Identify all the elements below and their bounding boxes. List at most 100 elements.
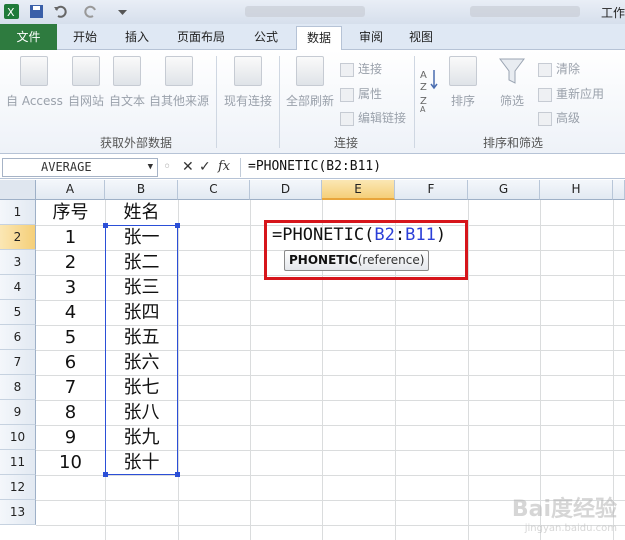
name-box-value: AVERAGE bbox=[41, 160, 92, 174]
window-title: 工作 bbox=[600, 6, 625, 20]
group-sort-filter: 排序和筛选 bbox=[483, 136, 544, 150]
row-header-3[interactable]: 3 bbox=[0, 250, 36, 275]
cell-a10[interactable]: 9 bbox=[36, 425, 105, 450]
column-header-f[interactable]: F bbox=[395, 180, 468, 200]
range-handle[interactable] bbox=[175, 223, 180, 228]
grid-line bbox=[250, 200, 251, 540]
select-all-corner[interactable] bbox=[0, 180, 36, 200]
grid-line bbox=[468, 200, 469, 540]
row-header-7[interactable]: 7 bbox=[0, 350, 36, 375]
filter-button[interactable]: 筛选 bbox=[494, 56, 530, 109]
row-header-8[interactable]: 8 bbox=[0, 375, 36, 400]
range-handle[interactable] bbox=[103, 472, 108, 477]
group-separator bbox=[414, 56, 415, 148]
cell-a8[interactable]: 7 bbox=[36, 375, 105, 400]
refresh-all-button[interactable]: 全部刷新 bbox=[284, 56, 336, 109]
ribbon-tabs: 文件 开始 插入 页面布局 公式 数据 审阅 视图 bbox=[0, 24, 625, 51]
row-header-13[interactable]: 13 bbox=[0, 500, 36, 525]
cell-a5[interactable]: 4 bbox=[36, 300, 105, 325]
row-header-11[interactable]: 11 bbox=[0, 450, 36, 475]
sort-az-icon[interactable]: AZ ZA bbox=[420, 66, 440, 112]
existing-connections-button[interactable]: 现有连接 bbox=[222, 56, 274, 109]
column-header-b[interactable]: B bbox=[105, 180, 178, 200]
row-header-4[interactable]: 4 bbox=[0, 275, 36, 300]
range-handle[interactable] bbox=[175, 472, 180, 477]
formula-bar-handle-icon[interactable]: ◦ bbox=[163, 159, 171, 175]
reapply-icon bbox=[538, 87, 552, 102]
row-header-10[interactable]: 10 bbox=[0, 425, 36, 450]
from-text-button[interactable]: 自文本 bbox=[108, 56, 146, 109]
clear-button[interactable]: 清除 bbox=[538, 60, 580, 77]
from-access-button[interactable]: 自 Access bbox=[6, 56, 63, 109]
advanced-button[interactable]: 高级 bbox=[538, 109, 580, 126]
column-header-c[interactable]: C bbox=[178, 180, 250, 200]
cell-a2[interactable]: 1 bbox=[36, 225, 105, 250]
reapply-button[interactable]: 重新应用 bbox=[538, 85, 604, 102]
row-header-9[interactable]: 9 bbox=[0, 400, 36, 425]
from-web-button[interactable]: 自网站 bbox=[64, 56, 108, 109]
tab-file[interactable]: 文件 bbox=[0, 24, 57, 50]
properties-button[interactable]: 属性 bbox=[340, 85, 382, 102]
excel-icon: X bbox=[4, 4, 19, 19]
from-other-sources-button[interactable]: 自其他来源 bbox=[148, 56, 210, 109]
edit-links-button[interactable]: 编辑链接 bbox=[340, 109, 406, 126]
chevron-down-icon[interactable]: ▼ bbox=[148, 159, 153, 176]
column-header-a[interactable]: A bbox=[36, 180, 105, 200]
tab-data[interactable]: 数据 bbox=[296, 26, 342, 51]
svg-text:A: A bbox=[420, 105, 426, 112]
column-header-g[interactable]: G bbox=[468, 180, 540, 200]
row-header-6[interactable]: 6 bbox=[0, 325, 36, 350]
svg-text:Z: Z bbox=[420, 82, 427, 93]
cell-a6[interactable]: 5 bbox=[36, 325, 105, 350]
name-box[interactable]: AVERAGE ▼ bbox=[2, 158, 158, 177]
tab-insert[interactable]: 插入 bbox=[115, 26, 159, 50]
refresh-all-label: 全部刷新 bbox=[285, 94, 334, 108]
tab-review[interactable]: 审阅 bbox=[349, 26, 393, 50]
range-handle[interactable] bbox=[103, 223, 108, 228]
connections-icon bbox=[340, 62, 354, 77]
customize-toolbar-icon[interactable] bbox=[114, 3, 131, 20]
connections-button[interactable]: 连接 bbox=[340, 60, 382, 77]
group-separator bbox=[279, 56, 280, 148]
row-header-12[interactable]: 12 bbox=[0, 475, 36, 500]
cell-b1[interactable]: 姓名 bbox=[105, 200, 178, 225]
formula-input[interactable]: =PHONETIC(B2:B11) bbox=[248, 159, 381, 174]
tab-home[interactable]: 开始 bbox=[63, 26, 107, 50]
formula-bar: AVERAGE ▼ ◦ ✕ ✓ fx =PHONETIC(B2:B11) bbox=[0, 156, 625, 179]
column-header-h[interactable]: H bbox=[540, 180, 613, 200]
connections-label: 连接 bbox=[358, 62, 383, 76]
svg-text:X: X bbox=[7, 6, 15, 19]
worksheet-grid[interactable]: A B C D E F G H 1 2 3 4 5 6 7 8 9 10 11 … bbox=[0, 180, 625, 540]
save-icon[interactable] bbox=[28, 3, 45, 20]
cell-a4[interactable]: 3 bbox=[36, 275, 105, 300]
from-text-label: 自文本 bbox=[108, 94, 145, 108]
cell-a11[interactable]: 10 bbox=[36, 450, 105, 475]
row-header-5[interactable]: 5 bbox=[0, 300, 36, 325]
tab-formulas[interactable]: 公式 bbox=[244, 26, 288, 50]
sort-button[interactable]: 排序 bbox=[446, 56, 480, 109]
group-connections: 连接 bbox=[334, 136, 359, 150]
cell-a9[interactable]: 8 bbox=[36, 400, 105, 425]
cancel-icon[interactable]: ✕ bbox=[182, 159, 194, 175]
group-separator bbox=[216, 56, 217, 148]
access-icon bbox=[20, 56, 48, 86]
tab-view[interactable]: 视图 bbox=[399, 26, 443, 50]
column-header-d[interactable]: D bbox=[250, 180, 322, 200]
grid-line bbox=[613, 200, 614, 540]
cell-a7[interactable]: 6 bbox=[36, 350, 105, 375]
grid-line bbox=[36, 475, 625, 476]
row-header-1[interactable]: 1 bbox=[0, 200, 36, 225]
cell-a1[interactable]: 序号 bbox=[36, 200, 105, 225]
cell-a3[interactable]: 2 bbox=[36, 250, 105, 275]
undo-icon[interactable] bbox=[52, 3, 69, 20]
column-header-i[interactable] bbox=[613, 180, 625, 200]
redo-icon[interactable] bbox=[82, 3, 99, 20]
insert-function-icon[interactable]: fx bbox=[218, 159, 230, 174]
other-sources-icon bbox=[165, 56, 193, 86]
row-header-2[interactable]: 2 bbox=[0, 225, 36, 250]
sort-label: 排序 bbox=[450, 94, 475, 108]
range-reference-highlight bbox=[105, 225, 178, 475]
tab-page-layout[interactable]: 页面布局 bbox=[168, 26, 234, 50]
enter-check-icon[interactable]: ✓ bbox=[199, 159, 211, 175]
column-header-e[interactable]: E bbox=[322, 180, 395, 200]
